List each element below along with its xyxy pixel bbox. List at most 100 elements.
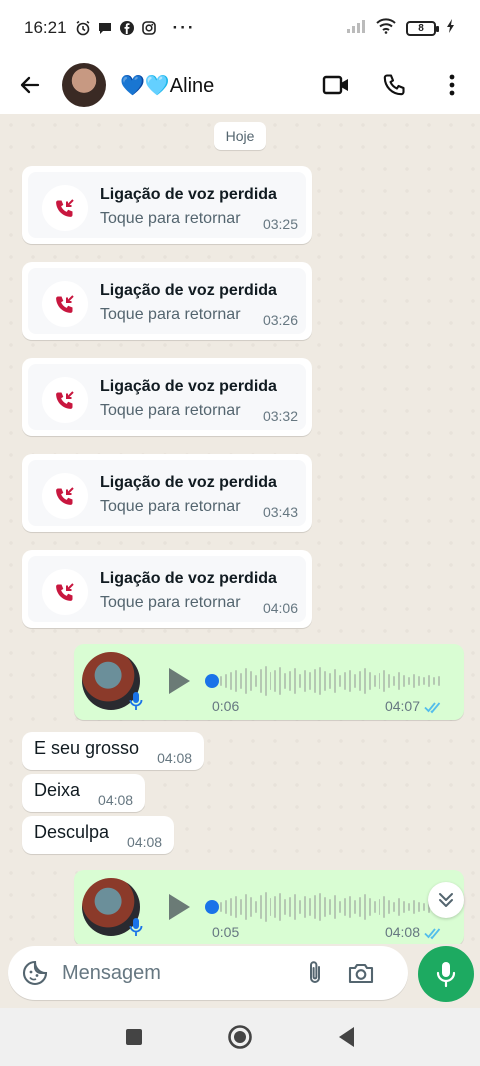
waveform-bar <box>413 900 416 914</box>
waveform-bar <box>343 672 346 690</box>
message-input[interactable] <box>62 961 282 985</box>
missed-call-icon <box>42 281 88 327</box>
waveform-bar <box>294 668 297 694</box>
waveform-bar <box>274 896 277 918</box>
contact-name[interactable]: 💙🩵Aline <box>120 73 214 98</box>
incoming-message[interactable]: E seu grosso 04:08 <box>22 732 205 770</box>
message-time: 04:08 <box>384 924 420 940</box>
waveform-bar <box>289 671 292 691</box>
back-arrow-icon[interactable] <box>14 69 46 101</box>
play-icon[interactable] <box>166 666 192 696</box>
incoming-message[interactable]: Desculpa 04:08 <box>22 816 175 854</box>
waveform-bar <box>393 902 396 912</box>
waveform-bar <box>324 897 326 917</box>
call-title: Ligação de voz perdida <box>100 282 277 299</box>
message-text: Desculpa <box>34 822 110 842</box>
waveform-bar <box>398 898 401 916</box>
mic-badge-icon <box>128 690 144 712</box>
waveform-bar <box>234 670 237 692</box>
contact-avatar[interactable] <box>62 63 106 107</box>
waveform[interactable] <box>220 664 440 698</box>
incoming-message[interactable]: Deixa 04:08 <box>22 774 146 812</box>
call-title: Ligação de voz perdida <box>100 378 277 395</box>
camera-icon[interactable] <box>348 960 374 986</box>
message-time: 04:08 <box>157 750 193 766</box>
waveform-bar <box>254 675 257 687</box>
waveform-bar <box>249 671 252 691</box>
waveform-bar <box>363 668 366 694</box>
play-icon[interactable] <box>166 892 192 922</box>
call-time: 03:43 <box>262 504 298 520</box>
attach-icon[interactable] <box>302 960 328 986</box>
waveform-bar <box>343 898 346 916</box>
message-time: 04:07 <box>384 698 420 714</box>
playback-position-handle[interactable] <box>205 900 219 914</box>
waveform-bar <box>224 674 227 688</box>
more-options-icon[interactable] <box>438 71 466 99</box>
waveform-bar <box>239 899 242 915</box>
voice-call-icon[interactable] <box>380 71 408 99</box>
missed-call-bubble[interactable]: Ligação de voz perdida Toque para retorn… <box>22 358 312 436</box>
charging-icon <box>446 18 456 39</box>
waveform-bar <box>363 894 366 920</box>
waveform-bar <box>378 899 381 915</box>
scroll-to-bottom-button[interactable] <box>428 882 464 918</box>
home-icon[interactable] <box>226 1023 254 1051</box>
call-subtitle: Toque para retornar <box>100 594 241 611</box>
voice-duration: 0:06 <box>212 698 240 714</box>
waveform-bar <box>294 894 297 920</box>
instagram-icon <box>141 20 157 36</box>
waveform[interactable] <box>220 890 440 924</box>
missed-call-bubble[interactable]: Ligação de voz perdida Toque para retorn… <box>22 550 312 628</box>
call-time: 04:06 <box>262 600 298 616</box>
chat-header: 💙🩵Aline <box>0 56 480 114</box>
waveform-bar <box>413 674 416 688</box>
waveform-bar <box>388 900 391 914</box>
call-subtitle: Toque para retornar <box>100 306 241 323</box>
waveform-bar <box>269 672 272 690</box>
missed-call-bubble[interactable]: Ligação de voz perdida Toque para retorn… <box>22 166 312 244</box>
playback-position-handle[interactable] <box>205 674 219 688</box>
facebook-icon <box>119 20 135 36</box>
waveform-bar <box>264 666 267 696</box>
waveform-bar <box>333 895 336 919</box>
waveform-bar <box>259 669 262 693</box>
waveform-bar <box>428 675 430 687</box>
voice-message-bubble[interactable]: 0:06 04:07 <box>74 644 464 720</box>
waveform-bar <box>229 672 232 690</box>
waveform-bar <box>314 669 317 693</box>
waveform-bar <box>254 901 257 913</box>
video-call-icon[interactable] <box>322 71 350 99</box>
waveform-bar <box>418 902 421 912</box>
waveform-bar <box>423 903 426 911</box>
waveform-bar <box>224 900 227 914</box>
waveform-bar <box>398 672 401 690</box>
waveform-bar <box>304 670 307 692</box>
missed-call-bubble[interactable]: Ligação de voz perdida Toque para retorn… <box>22 454 312 532</box>
voice-message-bubble[interactable]: 0:05 04:08 <box>74 870 464 944</box>
system-navigation-bar <box>0 1008 480 1066</box>
waveform-bar <box>423 677 426 685</box>
missed-call-bubble[interactable]: Ligação de voz perdida Toque para retorn… <box>22 262 312 340</box>
waveform-bar <box>284 899 287 915</box>
recents-icon[interactable] <box>120 1023 148 1051</box>
message-time: 04:08 <box>98 792 134 808</box>
waveform-bar <box>324 671 326 691</box>
voice-record-button[interactable] <box>418 946 474 1002</box>
waveform-bar <box>373 901 376 913</box>
waveform-bar <box>299 674 302 688</box>
alarm-icon <box>75 20 91 36</box>
waveform-bar <box>284 673 287 689</box>
sticker-icon[interactable] <box>22 960 48 986</box>
read-ticks-icon <box>424 700 444 714</box>
message-time: 04:08 <box>127 834 163 850</box>
waveform-bar <box>269 898 272 916</box>
waveform-bar <box>418 676 421 686</box>
chat-area[interactable]: Hoje Ligação de voz perdida Toque para r… <box>0 114 480 944</box>
waveform-bar <box>408 903 411 911</box>
call-title: Ligação de voz perdida <box>100 570 277 587</box>
nav-back-icon[interactable] <box>332 1023 360 1051</box>
more-notifications-indicator: ··· <box>172 18 196 37</box>
voice-duration: 0:05 <box>212 924 240 940</box>
waveform-bar <box>403 675 406 687</box>
